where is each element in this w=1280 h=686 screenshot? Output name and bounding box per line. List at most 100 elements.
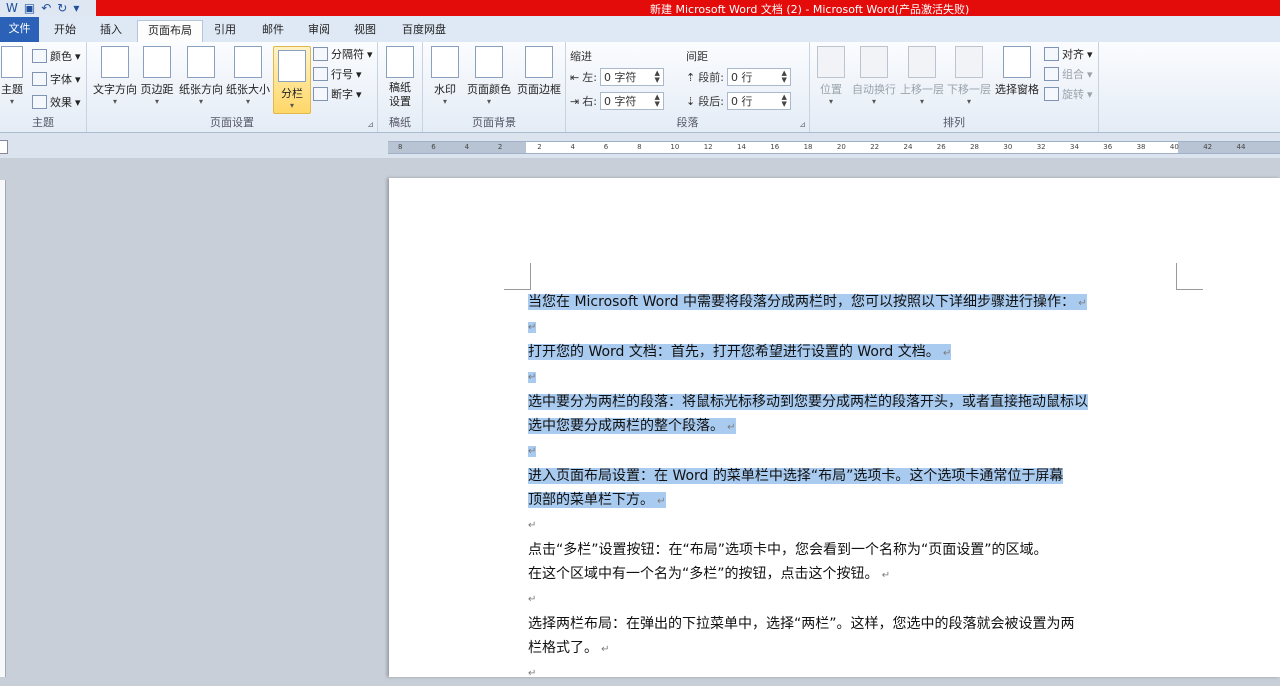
tab-references[interactable]: 引用 xyxy=(210,20,240,42)
ruler-tick-label: 8 xyxy=(637,143,642,151)
paragraph-line[interactable]: 选中要分为两栏的段落：将鼠标光标移动到您要分成两栏的段落开头，或者直接拖动鼠标以 xyxy=(528,390,1178,414)
tab-page-layout[interactable]: 页面布局 xyxy=(137,20,203,43)
page-borders-button[interactable]: 页面边框 xyxy=(515,46,563,97)
paragraph-line[interactable]: 打开您的 Word 文档：首先，打开您希望进行设置的 Word 文档。 ↵ xyxy=(528,340,1178,366)
tab-view[interactable]: 视图 xyxy=(350,20,380,42)
text-boundary-corner xyxy=(504,263,531,290)
text-direction-button[interactable]: 文字方向 ▾ xyxy=(93,46,137,106)
align-button[interactable]: 对齐 ▾ xyxy=(1044,46,1093,62)
bring-forward-button[interactable]: 上移一层 ▾ xyxy=(900,46,944,106)
theme-fonts-button[interactable]: 字体 ▾ xyxy=(32,71,81,87)
orientation-button[interactable]: 纸张方向 ▾ xyxy=(179,46,223,106)
indent-title: 缩进 xyxy=(570,50,592,63)
indent-left-control: ⇤ 左: 0 字符 ▲ ▼ xyxy=(570,68,664,86)
paragraph-line[interactable]: 点击“多栏”设置按钮：在“布局”选项卡中，您会看到一个名称为“页面设置”的区域。 xyxy=(528,538,1178,562)
paragraph-line[interactable]: 进入页面布局设置：在 Word 的菜单栏中选择“布局”选项卡。这个选项卡通常位于… xyxy=(528,464,1178,488)
paragraph-line[interactable]: 栏格式了。 ↵ xyxy=(528,636,1178,662)
spacing-before-input[interactable]: 0 行 ▲ ▼ xyxy=(726,68,791,86)
horizontal-ruler[interactable]: 8 6 4 2 2 4 6 8 10 12 14 16 18 20 22 24 26 28 30 32 34 36 38 40… xyxy=(388,141,1280,154)
vertical-ruler[interactable] xyxy=(0,180,6,677)
paragraph-mark-icon: ↵ xyxy=(939,348,952,359)
paragraph-line[interactable]: 选择两栏布局：在弹出的下拉菜单中，选择“两栏”。这样，您选中的段落就会被设置为两 xyxy=(528,612,1178,636)
paragraph-line[interactable]: 选中您要分成两栏的整个段落。 ↵ xyxy=(528,414,1178,440)
ruler-right-margin xyxy=(1178,142,1280,153)
indent-right-input[interactable]: 0 字符 ▲ ▼ xyxy=(599,92,664,110)
hyphenation-button[interactable]: 断字 ▾ xyxy=(313,86,362,102)
spacing-after-icon: ⇣ xyxy=(686,94,696,108)
paragraph-text: ↵ xyxy=(528,520,536,531)
empty-paragraph[interactable]: ↵ xyxy=(528,316,1178,340)
spin-arrows-icon[interactable]: ▲ ▼ xyxy=(782,70,787,84)
dialog-launcher-icon[interactable]: ⊿ xyxy=(799,120,806,129)
themes-button[interactable]: 主题 ▾ xyxy=(0,46,24,106)
paragraph-mark-icon: ↵ xyxy=(878,570,891,581)
document-body[interactable]: 当您在 Microsoft Word 中需要将段落分成两栏时，您可以按照以下详细… xyxy=(528,290,1178,686)
breaks-button[interactable]: 分隔符 ▾ xyxy=(313,46,373,62)
word-icon[interactable]: W xyxy=(6,0,18,16)
watermark-icon xyxy=(431,46,459,78)
redo-icon[interactable]: ↻ xyxy=(57,0,67,16)
group-arrange: 位置 ▾ 自动换行 ▾ 上移一层 ▾ 下移一层 ▾ 选择窗格 对齐▾ 组合▾ xyxy=(810,42,1099,132)
spin-arrows-icon[interactable]: ▲ ▼ xyxy=(655,70,660,84)
empty-paragraph[interactable]: ↵ xyxy=(528,662,1178,686)
window-title: 新建 Microsoft Word 文档 (2) - Microsoft Wor… xyxy=(650,3,970,16)
wrap-text-button[interactable]: 自动换行 ▾ xyxy=(852,46,896,106)
spin-arrows-icon[interactable]: ▲ ▼ xyxy=(782,94,787,108)
paragraph-text: 选中您要分成两栏的整个段落。 ↵ xyxy=(528,418,736,434)
tab-file[interactable]: 文件 xyxy=(0,17,39,42)
paragraph-line[interactable]: 在这个区域中有一个名为“多栏”的按钮，点击这个按钮。 ↵ xyxy=(528,562,1178,588)
paragraph-text: ↵ xyxy=(528,594,536,605)
tab-mailings[interactable]: 邮件 xyxy=(258,20,288,42)
paragraph-text: 选中要分为两栏的段落：将鼠标光标移动到您要分成两栏的段落开头，或者直接拖动鼠标以 xyxy=(528,394,1088,410)
position-button[interactable]: 位置 ▾ xyxy=(816,46,846,106)
selection-pane-button[interactable]: 选择窗格 xyxy=(994,46,1040,97)
empty-paragraph[interactable]: ↵ xyxy=(528,440,1178,464)
spin-arrows-icon[interactable]: ▲ ▼ xyxy=(655,94,660,108)
manuscript-icon xyxy=(386,46,414,78)
theme-colors-button[interactable]: 颜色 ▾ xyxy=(32,48,81,64)
paragraph-text: 在这个区域中有一个名为“多栏”的按钮，点击这个按钮。 ↵ xyxy=(528,566,891,582)
ruler-tick-label: 12 xyxy=(703,143,713,151)
paragraph-mark-icon: ↵ xyxy=(724,422,736,433)
tab-home[interactable]: 开始 xyxy=(50,20,80,42)
paragraph-mark-icon: ↵ xyxy=(1075,298,1087,309)
margins-button[interactable]: 页边距 ▾ xyxy=(139,46,175,106)
group-page-background: 水印 ▾ 页面颜色 ▾ 页面边框 页面背景 xyxy=(423,42,566,132)
empty-paragraph[interactable]: ↵ xyxy=(528,366,1178,390)
customize-icon[interactable]: ▾ xyxy=(73,0,79,16)
document-page[interactable]: 当您在 Microsoft Word 中需要将段落分成两栏时，您可以按照以下详细… xyxy=(389,178,1280,679)
send-backward-icon xyxy=(955,46,983,78)
empty-paragraph[interactable]: ↵ xyxy=(528,514,1178,538)
indent-left-input[interactable]: 0 字符 ▲ ▼ xyxy=(599,68,664,86)
ruler-tick-label: 26 xyxy=(936,143,946,151)
tab-baidu-netdisk[interactable]: 百度网盘 xyxy=(396,20,452,42)
theme-effects-button[interactable]: 效果 ▾ xyxy=(32,94,81,110)
empty-paragraph[interactable]: ↵ xyxy=(528,588,1178,612)
orientation-icon xyxy=(187,46,215,78)
columns-button[interactable]: 分栏 ▾ xyxy=(273,46,311,114)
undo-icon[interactable]: ↶ xyxy=(41,0,51,16)
group-label-page-setup: 页面设置 xyxy=(210,116,254,129)
line-numbers-button[interactable]: 行号 ▾ xyxy=(313,66,362,82)
size-button[interactable]: 纸张大小 ▾ xyxy=(226,46,270,106)
quick-access-toolbar: W ▣ ↶ ↻ ▾ xyxy=(0,0,96,16)
paragraph-line[interactable]: 当您在 Microsoft Word 中需要将段落分成两栏时，您可以按照以下详细… xyxy=(528,290,1178,316)
paragraph-line[interactable]: 顶部的菜单栏下方。 ↵ xyxy=(528,488,1178,514)
tab-review[interactable]: 审阅 xyxy=(304,20,334,42)
send-backward-button[interactable]: 下移一层 ▾ xyxy=(947,46,991,106)
manuscript-settings-button[interactable]: 稿纸设置 xyxy=(384,46,416,109)
page-color-button[interactable]: 页面颜色 ▾ xyxy=(465,46,513,106)
save-icon[interactable]: ▣ xyxy=(24,0,35,16)
ruler-toggle-icon[interactable] xyxy=(0,140,8,154)
dialog-launcher-icon[interactable]: ⊿ xyxy=(367,120,374,129)
watermark-button[interactable]: 水印 ▾ xyxy=(429,46,461,106)
ruler-tick-label: 28 xyxy=(970,143,980,151)
spacing-after-input[interactable]: 0 行 ▲ ▼ xyxy=(726,92,791,110)
spacing-before-icon: ⇡ xyxy=(686,70,696,84)
group-objects-button[interactable]: 组合 ▾ xyxy=(1044,66,1093,82)
rotate-button[interactable]: 旋转 ▾ xyxy=(1044,86,1093,102)
ruler-tick-label: 40 xyxy=(1169,143,1179,151)
paragraph-mark-icon: ↵ xyxy=(528,594,537,605)
ruler-tick-label: 6 xyxy=(603,143,609,151)
tab-insert[interactable]: 插入 xyxy=(96,20,126,42)
